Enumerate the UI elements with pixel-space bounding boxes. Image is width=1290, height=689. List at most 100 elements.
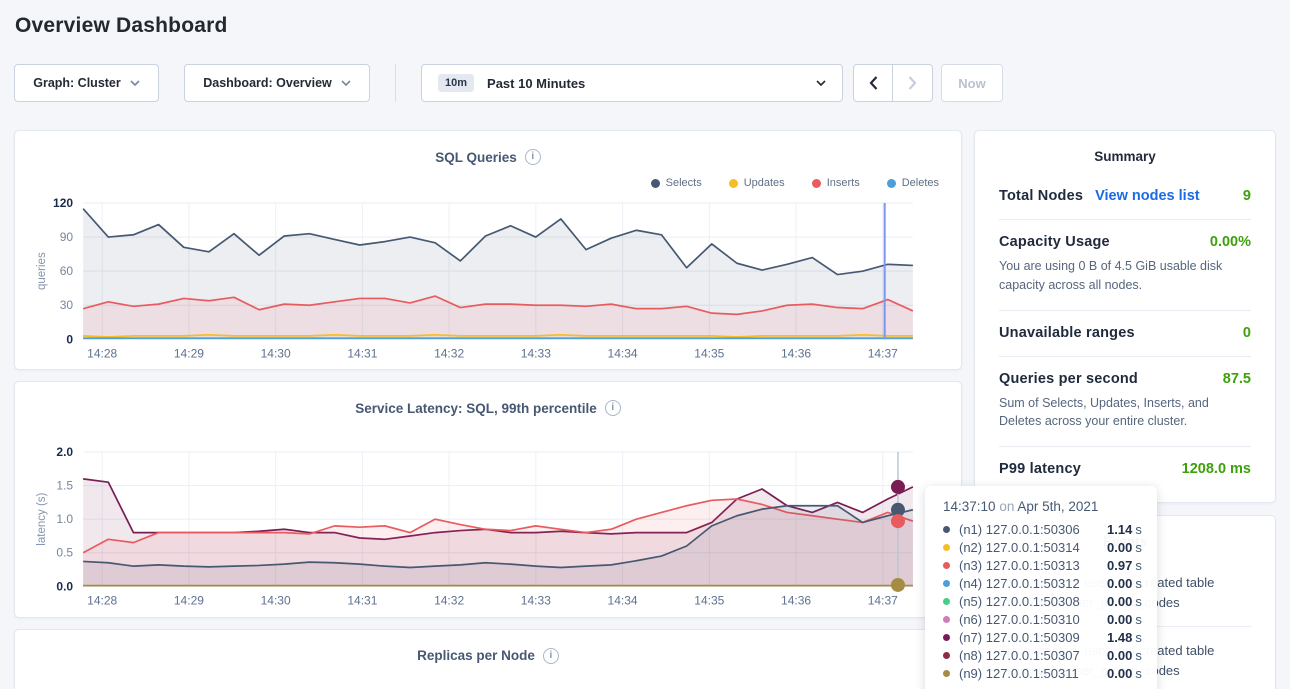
legend-item-selects: Selects bbox=[651, 177, 702, 189]
toolbar: Graph: Cluster Dashboard: Overview 10m P… bbox=[14, 64, 1276, 102]
now-button[interactable]: Now bbox=[941, 64, 1003, 102]
summary-item: Capacity Usage0.00%You are using 0 B of … bbox=[999, 219, 1251, 310]
tooltip-node-value: 0.00 bbox=[1107, 540, 1132, 555]
summary-item-description: Sum of Selects, Updates, Inserts, and De… bbox=[999, 394, 1251, 432]
tooltip-node-label: (n7) 127.0.0.1:50309 bbox=[959, 630, 1107, 645]
y-tick-label: 0.5 bbox=[56, 546, 73, 560]
summary-item-label: Unavailable ranges bbox=[999, 325, 1135, 341]
x-tick-label: 14:34 bbox=[608, 594, 638, 608]
sql-queries-chart-card: SQL Queries i Selects Updates Inserts Delet… bbox=[14, 130, 962, 370]
node-color-dot bbox=[943, 670, 950, 677]
legend-label: Updates bbox=[744, 177, 785, 189]
chart-hover-tooltip: 14:37:10 on Apr 5th, 2021 (n1) 127.0.0.1… bbox=[925, 486, 1157, 689]
legend-dot bbox=[812, 179, 821, 188]
x-tick-label: 14:29 bbox=[174, 594, 204, 608]
time-range-dropdown[interactable]: 10m Past 10 Minutes bbox=[421, 64, 843, 102]
chart-header: SQL Queries i bbox=[31, 145, 945, 169]
time-prev-button[interactable] bbox=[853, 64, 893, 102]
x-tick-label: 14:30 bbox=[261, 594, 291, 608]
x-tick-label: 14:33 bbox=[521, 346, 551, 360]
dashboard-selector-dropdown[interactable]: Dashboard: Overview bbox=[184, 64, 370, 102]
time-next-button[interactable] bbox=[893, 64, 933, 102]
service-latency-plot-area[interactable]: 14:2814:2914:3014:3114:3214:3314:3414:35… bbox=[31, 444, 945, 612]
chevron-down-icon bbox=[130, 80, 140, 86]
y-tick-label: 90 bbox=[60, 230, 74, 244]
summary-item: Unavailable ranges 0 bbox=[999, 310, 1251, 356]
chevron-left-icon bbox=[869, 76, 878, 90]
series--n9-127-0-0-1-50311 bbox=[83, 586, 913, 587]
tooltip-node-value: 0.00 bbox=[1107, 576, 1132, 591]
tooltip-node-unit: s bbox=[1135, 612, 1142, 627]
tooltip-node-row: (n8) 127.0.0.1:503070.00s bbox=[943, 646, 1141, 664]
x-tick-label: 14:37 bbox=[868, 594, 898, 608]
tooltip-node-label: (n2) 127.0.0.1:50314 bbox=[959, 540, 1107, 555]
summary-item-value: 87.5 bbox=[1223, 371, 1251, 387]
tooltip-node-value: 1.14 bbox=[1107, 522, 1132, 537]
hover-point-dot bbox=[891, 480, 905, 494]
chart-header: Replicas per Node i bbox=[31, 644, 945, 668]
y-tick-label: 60 bbox=[60, 264, 74, 278]
info-icon[interactable]: i bbox=[525, 149, 541, 165]
tooltip-node-value: 0.00 bbox=[1107, 594, 1132, 609]
tooltip-node-row: (n3) 127.0.0.1:503130.97s bbox=[943, 556, 1141, 574]
y-tick-label: 0 bbox=[66, 332, 73, 346]
view-nodes-list-link[interactable]: View nodes list bbox=[1095, 188, 1200, 204]
toolbar-divider bbox=[395, 64, 396, 102]
node-color-dot bbox=[943, 526, 950, 533]
summary-item-value: 1208.0 ms bbox=[1182, 461, 1251, 477]
legend-item-deletes: Deletes bbox=[887, 177, 939, 189]
y-axis-title: queries bbox=[36, 252, 48, 290]
x-tick-label: 14:34 bbox=[608, 346, 638, 360]
summary-item-value: 9 bbox=[1243, 188, 1251, 204]
x-tick-label: 14:31 bbox=[347, 346, 377, 360]
chevron-down-icon bbox=[341, 80, 351, 86]
legend-dot bbox=[651, 179, 660, 188]
x-tick-label: 14:33 bbox=[521, 594, 551, 608]
tooltip-node-label: (n8) 127.0.0.1:50307 bbox=[959, 648, 1107, 663]
y-tick-label: 1.0 bbox=[56, 513, 73, 527]
tooltip-node-unit: s bbox=[1135, 576, 1142, 591]
tooltip-node-row: (n5) 127.0.0.1:503080.00s bbox=[943, 592, 1141, 610]
summary-item: Total NodesView nodes list9 bbox=[999, 174, 1251, 219]
info-icon[interactable]: i bbox=[605, 400, 621, 416]
x-tick-label: 14:32 bbox=[434, 594, 464, 608]
hover-point-dot bbox=[891, 578, 905, 592]
tooltip-node-label: (n1) 127.0.0.1:50306 bbox=[959, 522, 1107, 537]
y-tick-label: 30 bbox=[60, 298, 74, 312]
tooltip-node-value: 1.48 bbox=[1107, 630, 1132, 645]
summary-item: Queries per second 87.5 Sum of Selects, Up… bbox=[999, 356, 1251, 447]
x-tick-label: 14:30 bbox=[261, 346, 291, 360]
tooltip-node-row: (n6) 127.0.0.1:503100.00s bbox=[943, 610, 1141, 628]
tooltip-node-value: 0.00 bbox=[1107, 666, 1132, 681]
tooltip-node-unit: s bbox=[1135, 594, 1142, 609]
node-color-dot bbox=[943, 544, 950, 551]
y-tick-label: 0.0 bbox=[56, 580, 73, 594]
dashboard-selector-label: Dashboard: Overview bbox=[203, 76, 332, 90]
tooltip-timestamp: 14:37:10 on Apr 5th, 2021 bbox=[943, 499, 1141, 514]
time-range-badge: 10m bbox=[438, 74, 474, 92]
x-tick-label: 14:32 bbox=[434, 346, 464, 360]
legend-dot bbox=[729, 179, 738, 188]
tooltip-node-unit: s bbox=[1135, 666, 1142, 681]
time-window-nav bbox=[853, 64, 933, 102]
info-icon[interactable]: i bbox=[543, 648, 559, 664]
chart-svg: 14:2814:2914:3014:3114:3214:3314:3414:35… bbox=[31, 444, 945, 612]
x-tick-label: 14:29 bbox=[174, 346, 204, 360]
tooltip-node-row: (n7) 127.0.0.1:503091.48s bbox=[943, 628, 1141, 646]
summary-item-label: Queries per second bbox=[999, 371, 1138, 387]
summary-item-description: You are using 0 B of 4.5 GiB usable disk… bbox=[999, 257, 1251, 295]
tooltip-node-value: 0.00 bbox=[1107, 648, 1132, 663]
legend-label: Deletes bbox=[902, 177, 939, 189]
replicas-per-node-plot-area[interactable] bbox=[31, 668, 945, 689]
summary-item-label: P99 latency bbox=[999, 461, 1081, 477]
node-color-dot bbox=[943, 562, 950, 569]
graph-selector-dropdown[interactable]: Graph: Cluster bbox=[14, 64, 159, 102]
replicas-per-node-chart-card: Replicas per Node i bbox=[14, 629, 962, 689]
summary-item-value: 0 bbox=[1243, 325, 1251, 341]
node-color-dot bbox=[943, 616, 950, 623]
summary-panel: Summary Total NodesView nodes list9Capac… bbox=[974, 130, 1276, 503]
y-axis-title: latency (s) bbox=[36, 493, 48, 546]
x-tick-label: 14:35 bbox=[694, 594, 724, 608]
legend-item-inserts: Inserts bbox=[812, 177, 860, 189]
sql-queries-plot-area[interactable]: 14:2814:2914:3014:3114:3214:3314:3414:35… bbox=[31, 195, 945, 365]
